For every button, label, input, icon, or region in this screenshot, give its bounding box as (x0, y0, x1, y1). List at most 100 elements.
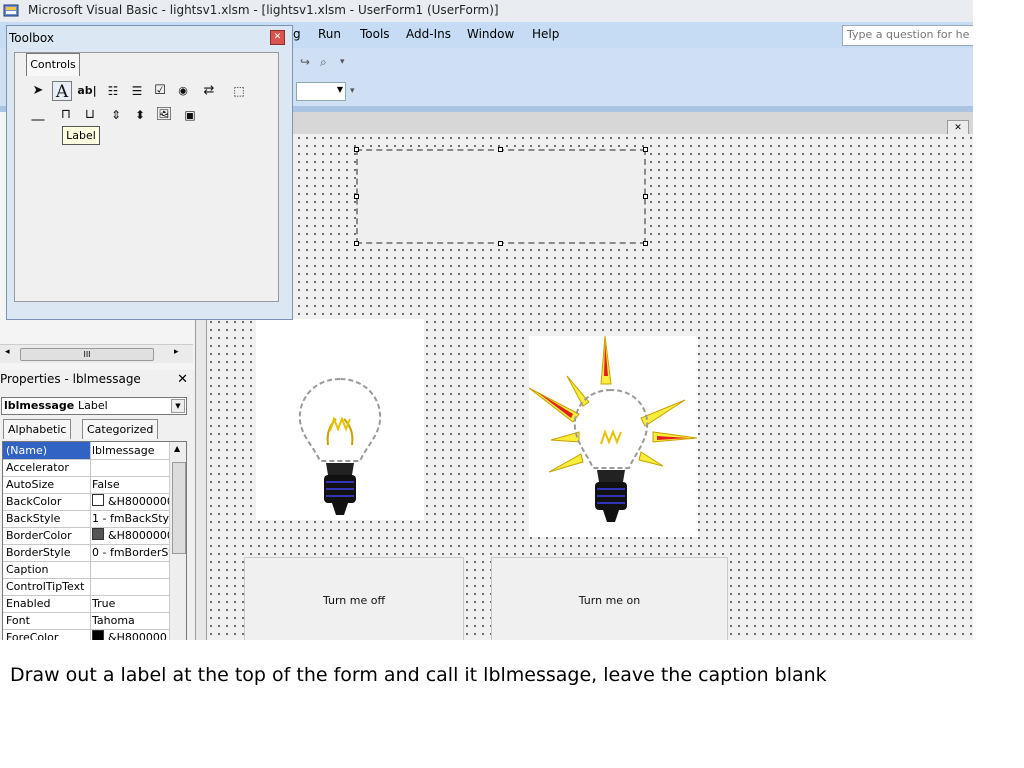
property-value-text: &H8000000( (108, 495, 170, 508)
resize-handle-e[interactable] (643, 194, 648, 199)
turn-on-button-label: Turn me on (578, 594, 641, 607)
toolbar-options-icon[interactable]: ▾ (340, 57, 345, 67)
window-title: Microsoft Visual Basic - lightsv1.xlsm -… (28, 3, 499, 17)
property-name: (Name) (3, 442, 91, 459)
property-value[interactable] (91, 578, 170, 595)
vba-app-icon (3, 4, 19, 17)
title-bar: Microsoft Visual Basic - lightsv1.xlsm -… (0, 0, 973, 23)
bulb-off-image[interactable] (256, 319, 424, 520)
menu-help[interactable]: Help (532, 27, 559, 41)
properties-vertical-scrollbar[interactable]: ▲ (169, 442, 186, 640)
property-row[interactable]: BorderColor &H8000000( (3, 527, 170, 545)
resize-handle-nw[interactable] (354, 147, 359, 152)
resize-handle-ne[interactable] (643, 147, 648, 152)
ask-question-placeholder: Type a question for he (847, 28, 970, 41)
toolbar-combo[interactable]: ▼ (296, 82, 346, 101)
property-name: Enabled (3, 595, 91, 612)
menu-tools[interactable]: Tools (360, 27, 390, 41)
property-row[interactable]: BorderStyle 0 - fmBorderSt (3, 544, 170, 562)
scroll-up-icon[interactable]: ▲ (174, 444, 180, 453)
togglebutton-tool-icon[interactable]: ⇄ (199, 81, 219, 101)
image-tool-icon[interactable]: 🖼 (154, 105, 174, 125)
property-value[interactable]: 0 - fmBorderSt (91, 544, 170, 561)
tab-alphabetic[interactable]: Alphabetic (3, 419, 72, 439)
property-value[interactable]: lblmessage (91, 442, 170, 459)
resize-handle-w[interactable] (354, 194, 359, 199)
property-value[interactable] (91, 459, 170, 476)
find-icon[interactable]: ⌕ (320, 55, 327, 70)
property-row[interactable]: Accelerator (3, 459, 169, 477)
properties-close-icon[interactable]: ✕ (177, 372, 188, 387)
menu-add-ins[interactable]: Add-Ins (406, 27, 451, 41)
property-value[interactable]: Tahoma (91, 612, 170, 629)
properties-scroll-thumb[interactable] (172, 462, 186, 554)
resize-handle-s[interactable] (498, 241, 503, 246)
object-selector-arrow-icon[interactable]: ▼ (171, 399, 185, 413)
property-row[interactable]: Font Tahoma (3, 612, 169, 630)
property-value[interactable]: &H800000 (91, 629, 170, 640)
object-type: Label (78, 399, 108, 412)
property-value[interactable] (91, 561, 170, 578)
bulb-on-image[interactable] (528, 335, 698, 537)
checkbox-tool-icon[interactable]: ☑ (150, 81, 170, 101)
property-value[interactable]: 1 - fmBackStyl (91, 510, 170, 527)
scroll-right-icon[interactable]: ▸ (174, 347, 179, 357)
tab-controls[interactable]: Controls (26, 53, 80, 76)
toolbox-tooltip: Label (62, 126, 100, 145)
multipage-tool-icon[interactable]: ⊔ (80, 105, 100, 125)
menu-window[interactable]: Window (467, 27, 514, 41)
redo-icon[interactable]: ↪ (300, 55, 310, 69)
property-row[interactable]: BackColor &H8000000( (3, 493, 170, 511)
ask-question-box[interactable]: Type a question for he (842, 25, 973, 46)
property-name: Caption (3, 561, 91, 578)
properties-grid: (Name) lblmessage Accelerator AutoSize F… (2, 441, 187, 640)
property-name: ControlTipText (3, 578, 91, 595)
menu-run[interactable]: Run (318, 27, 341, 41)
property-row[interactable]: Caption (3, 561, 169, 579)
project-horizontal-scrollbar[interactable]: ◂ III ▸ (0, 344, 193, 363)
object-selector[interactable]: lblmessage Label ▼ (1, 397, 187, 415)
combobox-tool-icon[interactable]: ☷ (103, 81, 123, 101)
property-row[interactable]: Enabled True (3, 595, 169, 613)
toolbar-options-icon-2[interactable]: ▾ (350, 86, 355, 96)
textbox-tool-icon[interactable]: ab| (77, 81, 97, 101)
turn-off-button[interactable]: Turn me off (244, 557, 464, 640)
property-row[interactable]: ForeColor &H800000 (3, 629, 169, 640)
property-name: ForeColor (3, 629, 91, 640)
instruction-caption: Draw out a label at the top of the form … (10, 664, 827, 686)
color-swatch (92, 630, 104, 640)
label-tool-icon[interactable]: A (52, 81, 72, 102)
listbox-tool-icon[interactable]: ☰ (127, 81, 147, 101)
spinbutton-tool-icon[interactable]: ⬍ (130, 105, 150, 125)
tabstrip-tool-icon[interactable]: ⊓ (56, 105, 76, 125)
resize-handle-n[interactable] (498, 147, 503, 152)
resize-handle-sw[interactable] (354, 241, 359, 246)
menu-debug-partial[interactable]: g (293, 27, 301, 41)
object-name: lblmessage (4, 399, 75, 412)
lblmessage-label-control[interactable] (356, 149, 646, 244)
property-row[interactable]: BackStyle 1 - fmBackStyl (3, 510, 170, 528)
property-row[interactable]: (Name) lblmessage (3, 442, 169, 460)
scrollbar-tool-icon[interactable]: ⇕ (106, 105, 126, 125)
property-value[interactable]: False (91, 476, 170, 493)
pointer-tool-icon[interactable]: ➤ (28, 81, 48, 101)
commandbutton-tool-icon[interactable]: ⎽ (28, 105, 48, 125)
scroll-left-icon[interactable]: ◂ (5, 347, 10, 357)
scroll-thumb[interactable]: III (20, 348, 154, 361)
property-row[interactable]: AutoSize False (3, 476, 169, 494)
property-value-text: &H800000 (108, 631, 167, 640)
turn-on-button[interactable]: Turn me on (491, 557, 728, 640)
tab-categorized[interactable]: Categorized (82, 419, 159, 439)
vba-editor-window: Microsoft Visual Basic - lightsv1.xlsm -… (0, 0, 973, 640)
property-row[interactable]: ControlTipText (3, 578, 169, 596)
optionbutton-tool-icon[interactable]: ◉ (173, 81, 193, 101)
property-name: BackStyle (3, 510, 91, 527)
toolbox-close-icon[interactable]: ✕ (270, 30, 285, 45)
refedit-tool-icon[interactable]: ▣ (180, 105, 200, 125)
property-value[interactable]: &H8000000( (91, 527, 170, 544)
property-name: Font (3, 612, 91, 629)
resize-handle-se[interactable] (643, 241, 648, 246)
frame-tool-icon[interactable]: ⬚ (229, 81, 249, 101)
property-value[interactable]: True (91, 595, 170, 612)
property-value[interactable]: &H8000000( (91, 493, 170, 510)
